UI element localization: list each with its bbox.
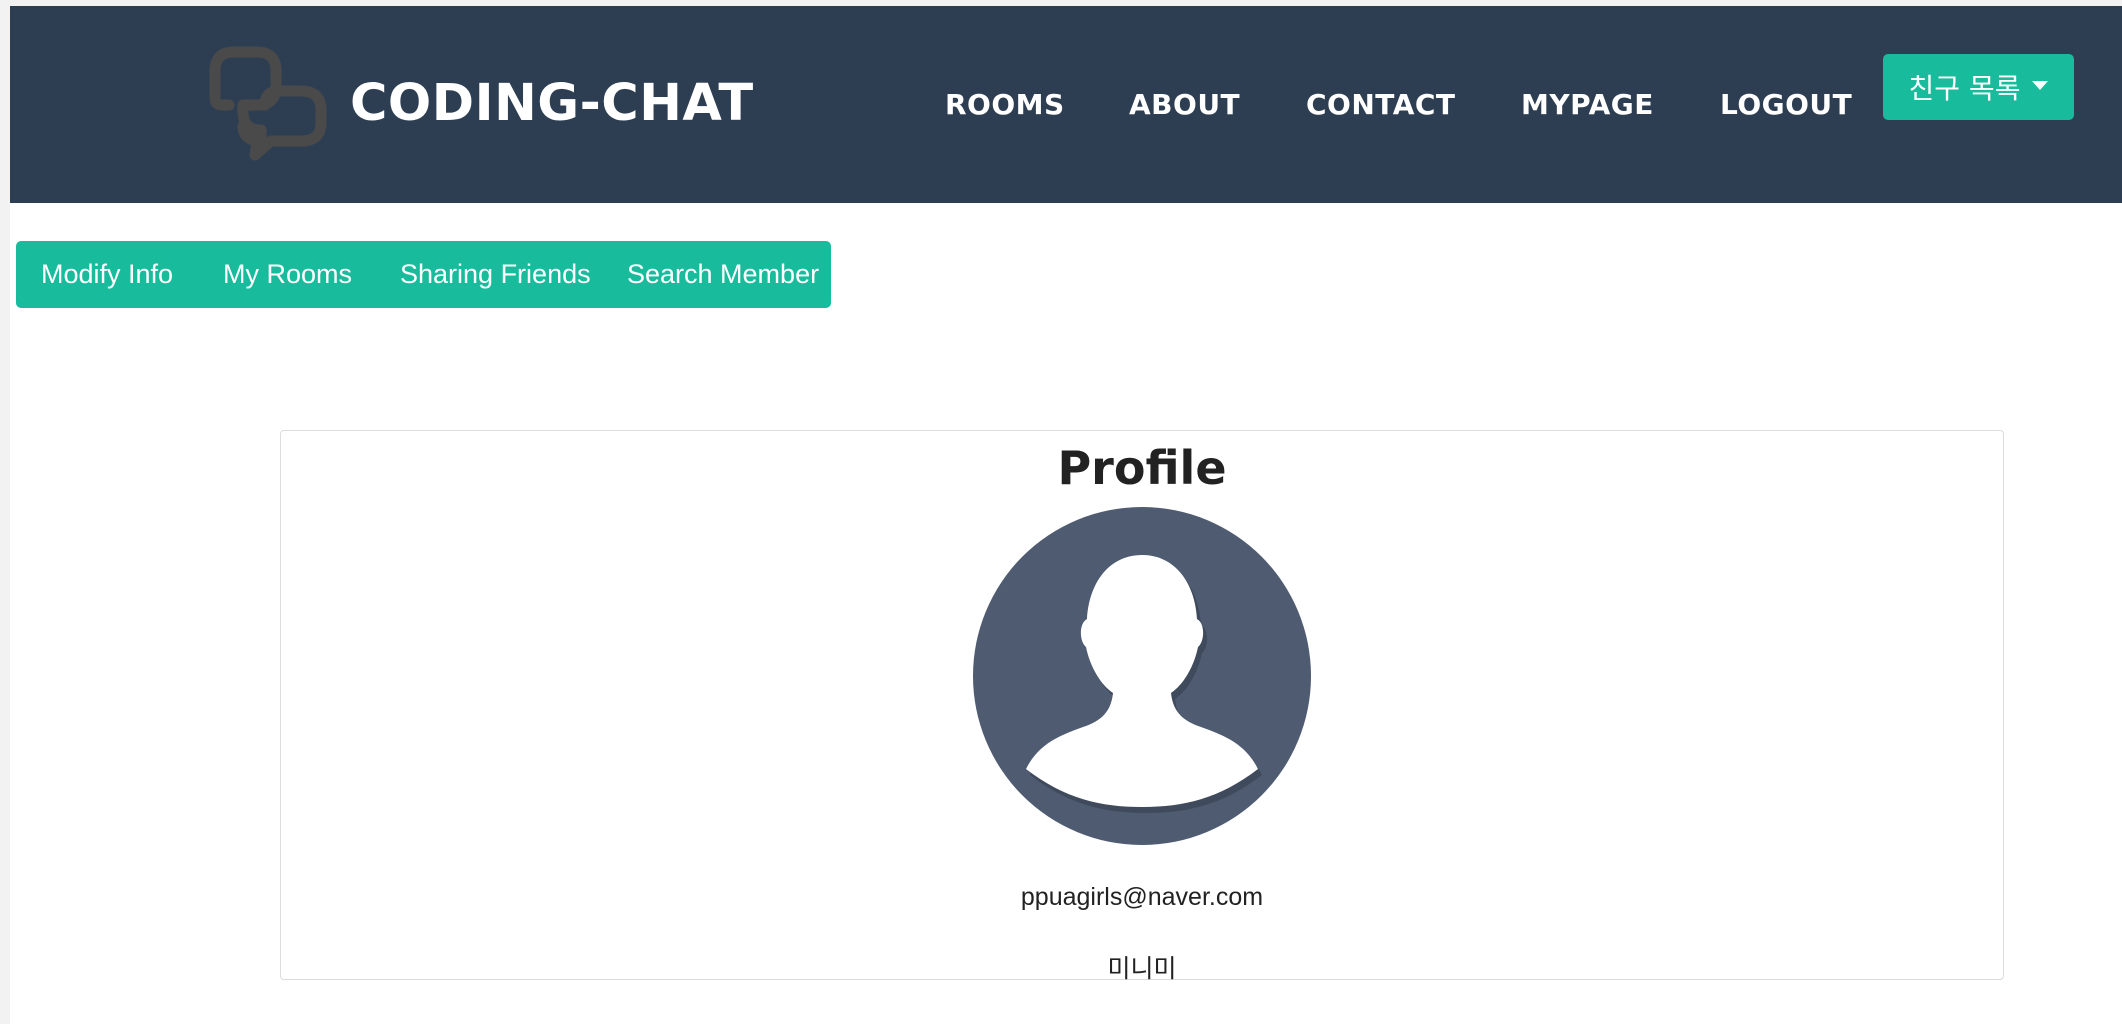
subnav-search-member[interactable]: Search Member (627, 241, 819, 308)
friends-list-dropdown-button[interactable]: 친구 목록 (1883, 54, 2074, 120)
subnav-sharing-friends[interactable]: Sharing Friends (400, 241, 591, 308)
subnav-modify-info[interactable]: Modify Info (41, 241, 173, 308)
caret-down-icon (2032, 80, 2049, 90)
profile-title: Profile (1057, 441, 1227, 495)
friends-list-label: 친구 목록 (1908, 72, 2021, 105)
nav-rooms-link[interactable]: ROOMS (945, 81, 1065, 129)
top-navbar: CODING-CHAT ROOMS ABOUT CONTACT MYPAGE L… (10, 6, 2122, 203)
nav-contact-link[interactable]: CONTACT (1306, 81, 1456, 129)
nav-logout-link[interactable]: LOGOUT (1720, 81, 1852, 129)
profile-card: Profile ppuagirls@naver.com 미니미 (280, 430, 2004, 983)
avatar (973, 507, 1311, 845)
page: CODING-CHAT ROOMS ABOUT CONTACT MYPAGE L… (10, 6, 2122, 1024)
nav-mypage-link[interactable]: MYPAGE (1521, 81, 1654, 129)
mypage-subnav: Modify Info My Rooms Sharing Friends Sea… (16, 241, 831, 308)
profile-nickname: 미니미 (1107, 954, 1177, 983)
subnav-my-rooms[interactable]: My Rooms (223, 241, 352, 308)
nav-about-link[interactable]: ABOUT (1129, 81, 1240, 129)
profile-email: ppuagirls@naver.com (1020, 883, 1264, 911)
default-user-avatar-icon (973, 507, 1311, 845)
main-nav: ROOMS ABOUT CONTACT MYPAGE LOGOUT (10, 81, 1870, 129)
